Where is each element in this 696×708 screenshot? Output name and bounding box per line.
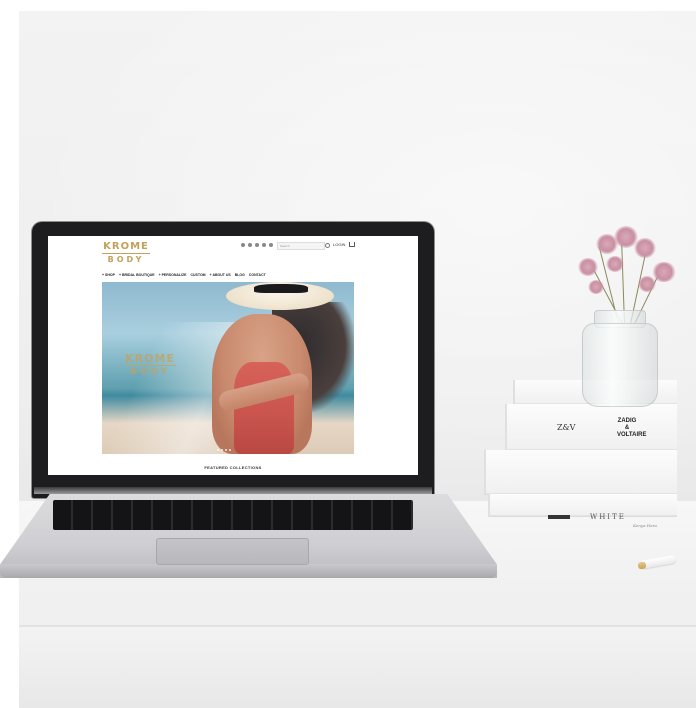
social-icon[interactable]: [248, 243, 252, 247]
login-link[interactable]: LOGIN: [333, 242, 345, 247]
site-logo-line1: KROME: [102, 241, 150, 254]
flower-cluster: [606, 256, 624, 272]
nav-item-custom[interactable]: CUSTOM: [190, 273, 205, 277]
book-spine: [488, 494, 490, 516]
search-icon[interactable]: [325, 243, 330, 248]
laptop-screen: KROME BODY Search LOGIN + SHOP + BRIDAL …: [48, 236, 418, 475]
book-brand-zadig: ZADIG & VOLTAIRE: [617, 418, 647, 438]
flower-cluster: [588, 280, 604, 294]
nav-item-contact[interactable]: CONTACT: [249, 273, 266, 277]
site-search-placeholder: Search: [280, 244, 290, 248]
slider-dot[interactable]: [221, 449, 223, 451]
book-brand-zv: Z&V: [557, 423, 576, 432]
laptop-hinge: [34, 487, 432, 494]
book-spine: [513, 380, 515, 404]
cart-icon[interactable]: [349, 242, 355, 247]
nav-item-blog[interactable]: BLOG: [235, 273, 245, 277]
social-icons: [241, 243, 273, 247]
desk-front: [19, 627, 696, 708]
slider-dot[interactable]: [229, 449, 231, 451]
social-icon[interactable]: [269, 243, 273, 247]
slider-dots: [217, 449, 231, 451]
flower-cluster: [578, 258, 598, 276]
social-icon[interactable]: [255, 243, 259, 247]
book-white: [488, 494, 677, 516]
flower-cluster: [634, 238, 656, 258]
social-icon[interactable]: [241, 243, 245, 247]
laptop-base-lip: [0, 564, 497, 578]
nav-item-about-us[interactable]: + ABOUT US: [210, 273, 231, 277]
hero-logo-line2: BODY: [130, 367, 170, 377]
laptop-trackpad: [156, 538, 309, 565]
flower-cluster: [638, 276, 656, 292]
book-mark: [548, 515, 570, 519]
hero-logo: KROME BODY: [124, 352, 176, 384]
social-icon[interactable]: [262, 243, 266, 247]
book-white-title: WHITE: [590, 513, 626, 521]
glass-vase: [582, 323, 658, 407]
slider-dot[interactable]: [225, 449, 227, 451]
featured-collections-heading: FEATURED COLLECTIONS: [204, 465, 262, 470]
hero-banner[interactable]: KROME BODY: [102, 282, 354, 454]
slider-dot[interactable]: [217, 449, 219, 451]
nav-item-shop[interactable]: + SHOP: [102, 273, 115, 277]
hero-logo-line1: KROME: [124, 352, 176, 366]
site-search-input[interactable]: Search: [277, 242, 325, 250]
book-zadig-voltaire: [505, 404, 677, 450]
laptop-keyboard: [53, 500, 413, 530]
hero-hat-band: [254, 284, 308, 293]
book-spine: [484, 450, 486, 494]
nav-item-personalize[interactable]: + PERSONALIZE: [159, 273, 187, 277]
nav-item-bridal-boutique[interactable]: + BRIDAL BOUTIQUE: [119, 273, 155, 277]
flower-cluster: [652, 262, 676, 282]
book-white-author: Kenya Hara: [633, 523, 657, 528]
book-spine: [505, 404, 507, 450]
site-logo-line2: BODY: [107, 255, 145, 264]
book-bottom: [484, 450, 677, 494]
site-logo[interactable]: KROME BODY: [102, 240, 150, 266]
site-nav: + SHOP + BRIDAL BOUTIQUE + PERSONALIZE C…: [102, 273, 266, 277]
